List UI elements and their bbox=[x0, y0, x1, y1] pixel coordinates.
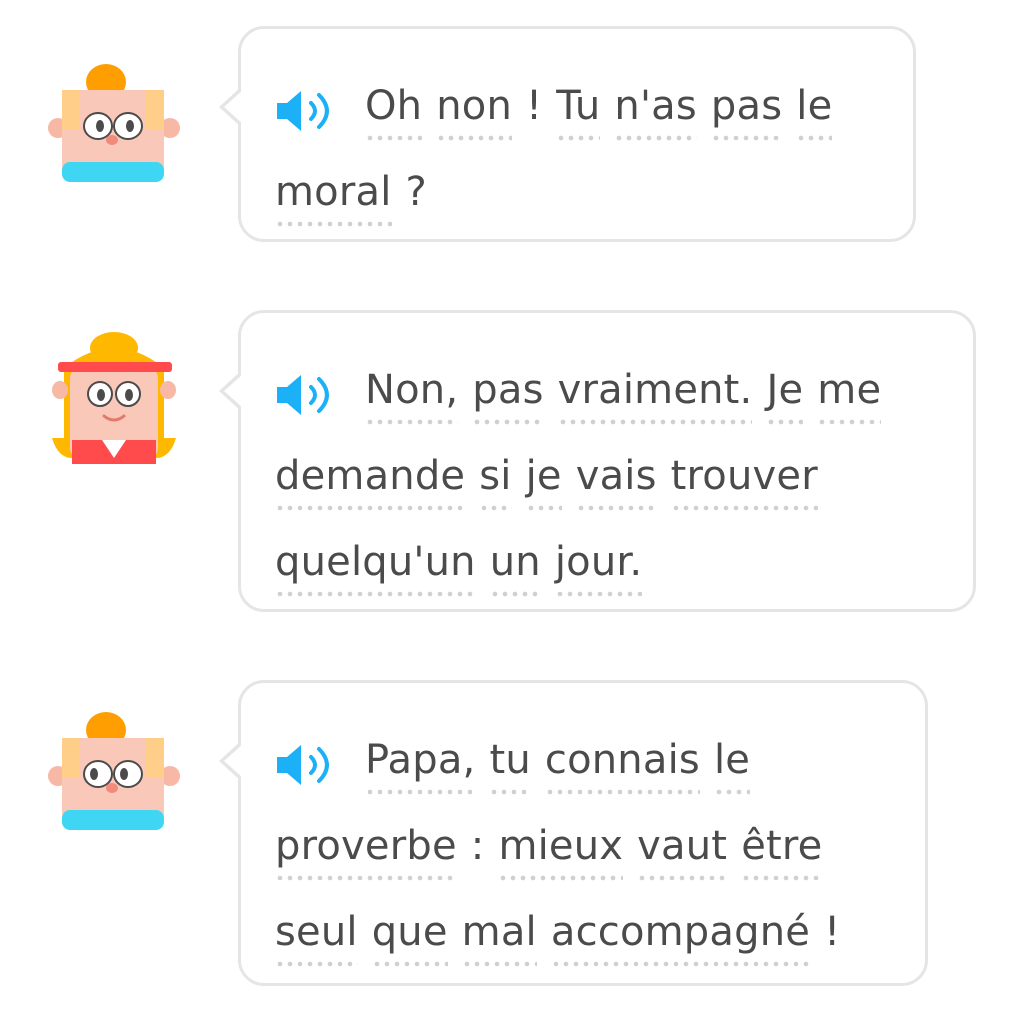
word[interactable]: je bbox=[525, 453, 562, 511]
word[interactable]: vraiment. bbox=[557, 367, 753, 425]
word[interactable]: pas bbox=[472, 367, 544, 425]
text-line: demande si je vais trouver bbox=[275, 425, 943, 511]
text-line: quelqu'un un jour. bbox=[275, 511, 943, 597]
word[interactable]: Papa, bbox=[365, 737, 476, 795]
speech-bubble: Non, pas vraiment. Je me demande si je v… bbox=[219, 310, 976, 612]
text-line: proverbe : mieux vaut être bbox=[275, 795, 895, 881]
text-line: seul que mal accompagné ! bbox=[275, 881, 895, 967]
word[interactable]: proverbe bbox=[275, 823, 457, 881]
text-line: Papa, tu connais le bbox=[275, 709, 895, 795]
speaker-icon[interactable] bbox=[275, 87, 337, 135]
word[interactable]: trouver bbox=[670, 453, 818, 511]
word[interactable]: le bbox=[713, 737, 751, 795]
word[interactable]: seul bbox=[275, 909, 358, 967]
punctuation: ! bbox=[526, 83, 543, 129]
text-line: Non, pas vraiment. Je me bbox=[275, 339, 943, 425]
word[interactable]: tu bbox=[489, 737, 531, 795]
punctuation: : bbox=[470, 823, 485, 869]
word[interactable]: vais bbox=[575, 453, 657, 511]
word[interactable]: moral bbox=[275, 169, 392, 227]
word[interactable]: Oh bbox=[365, 83, 423, 141]
chat-message: Non, pas vraiment. Je me demande si je v… bbox=[0, 306, 1020, 616]
word[interactable]: Non, bbox=[365, 367, 459, 425]
word[interactable]: mieux bbox=[498, 823, 624, 881]
word[interactable]: non bbox=[436, 83, 513, 141]
word[interactable]: Je bbox=[766, 367, 804, 425]
word[interactable]: pas bbox=[710, 83, 783, 141]
word[interactable]: Tu bbox=[556, 83, 601, 141]
speech-bubble: Papa, tu connais le proverbe : mieux vau… bbox=[219, 680, 928, 986]
speech-bubble: Oh non ! Tu n'as pas le moral ? bbox=[219, 26, 916, 242]
word[interactable]: être bbox=[741, 823, 823, 881]
speaker-icon[interactable] bbox=[275, 741, 337, 789]
word[interactable]: vaut bbox=[637, 823, 728, 881]
word[interactable]: jour. bbox=[554, 539, 643, 597]
chat-message: Papa, tu connais le proverbe : mieux vau… bbox=[0, 678, 1020, 988]
word[interactable]: accompagné bbox=[550, 909, 811, 967]
text-line: Oh non ! Tu n'as pas le bbox=[275, 55, 883, 141]
word[interactable]: quelqu'un bbox=[275, 539, 476, 597]
speaker-icon[interactable] bbox=[275, 371, 337, 419]
word[interactable]: me bbox=[817, 367, 882, 425]
word[interactable]: si bbox=[479, 453, 512, 511]
word[interactable]: connais bbox=[544, 737, 700, 795]
girl-avatar bbox=[52, 332, 176, 464]
boy-avatar bbox=[48, 64, 180, 182]
word[interactable]: demande bbox=[275, 453, 466, 511]
text-line: moral ? bbox=[275, 141, 883, 227]
word[interactable]: le bbox=[796, 83, 833, 141]
boy-avatar bbox=[48, 712, 180, 830]
word[interactable]: un bbox=[489, 539, 541, 597]
word[interactable]: n'as bbox=[614, 83, 697, 141]
word[interactable]: mal bbox=[461, 909, 537, 967]
punctuation: ! bbox=[824, 909, 841, 955]
word[interactable]: que bbox=[371, 909, 448, 967]
punctuation: ? bbox=[405, 169, 427, 215]
chat-message: Oh non ! Tu n'as pas le moral ? bbox=[0, 22, 1020, 246]
